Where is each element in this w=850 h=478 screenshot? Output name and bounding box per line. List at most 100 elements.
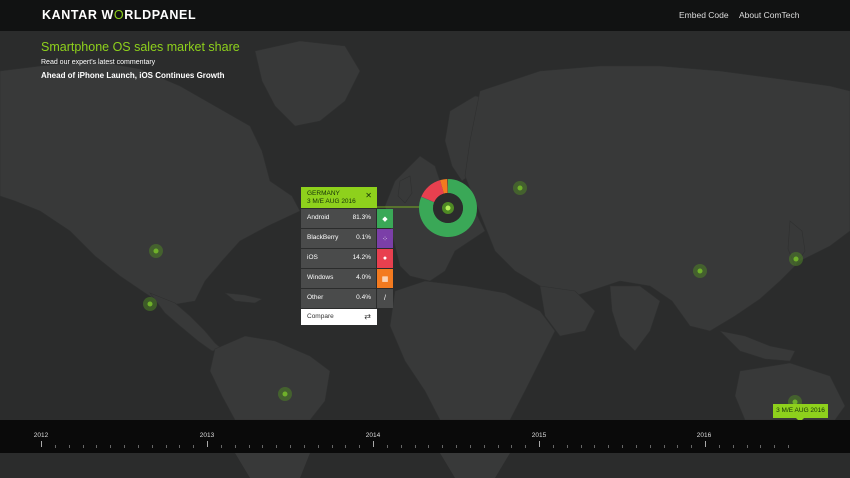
page-title: Smartphone OS sales market share bbox=[41, 40, 240, 54]
timeline-month-tick bbox=[608, 445, 610, 448]
timeline-month-tick bbox=[497, 445, 499, 448]
slash-icon[interactable]: / bbox=[377, 289, 393, 308]
timeline-month-tick bbox=[594, 445, 596, 448]
country-marker-germany-center bbox=[445, 205, 451, 211]
timeline-month-tick bbox=[566, 445, 568, 448]
windows-icon[interactable]: ▦ bbox=[377, 269, 393, 288]
os-name: BlackBerry bbox=[307, 234, 339, 241]
os-name: Other bbox=[307, 294, 324, 301]
timeline-year-tick bbox=[41, 441, 42, 447]
apple-icon[interactable]: ● bbox=[377, 249, 393, 268]
swap-icon: ⇄ bbox=[364, 312, 371, 321]
timeline-year[interactable]: 2012 bbox=[34, 432, 48, 439]
embed-code-link[interactable]: Embed Code bbox=[679, 10, 729, 20]
logo-text-accent: O bbox=[113, 8, 125, 22]
os-label-windows: Windows 4.0% bbox=[301, 269, 376, 288]
timeline-month-tick bbox=[193, 445, 195, 448]
timeline-month-tick bbox=[760, 445, 762, 448]
timeline-month-tick bbox=[774, 445, 776, 448]
asia-landmass bbox=[464, 65, 850, 332]
timeline-month-tick bbox=[262, 445, 264, 448]
timeline-month-tick bbox=[54, 445, 56, 448]
logo-text-main: KANTAR W bbox=[42, 8, 114, 22]
timeline-month-tick bbox=[276, 445, 278, 448]
os-row-windows[interactable]: Windows 4.0% ▦ bbox=[301, 269, 393, 288]
map-lower-strip bbox=[235, 453, 510, 478]
timeline-month-tick bbox=[483, 445, 485, 448]
timeline-month-tick bbox=[788, 445, 789, 448]
caribbean-islands bbox=[224, 292, 263, 304]
os-share: 14.2% bbox=[352, 254, 371, 261]
timeline-month-tick bbox=[718, 445, 720, 448]
os-label-ios: iOS 14.2% bbox=[301, 249, 376, 268]
timeline-month-tick bbox=[649, 445, 651, 448]
timeline-month-tick bbox=[82, 445, 84, 448]
timeline-month-tick bbox=[525, 445, 527, 448]
timeline-month-tick bbox=[290, 445, 291, 448]
timeline-year[interactable]: 2013 bbox=[200, 432, 214, 439]
timeline-month-tick bbox=[303, 445, 305, 448]
south-america-landmass bbox=[209, 335, 331, 420]
timeline-month-tick bbox=[635, 445, 637, 448]
timeline-month-tick bbox=[552, 445, 554, 448]
timeline-month-tick bbox=[732, 445, 734, 448]
os-row-ios[interactable]: iOS 14.2% ● bbox=[301, 249, 393, 268]
timeline-month-tick bbox=[428, 445, 430, 448]
top-bar: KANTAR WORLDPANEL Embed Code About ComTe… bbox=[0, 0, 850, 31]
popup-header: GERMANY 3 M/E AUG 2016 ✕ bbox=[301, 187, 377, 208]
timeline-year[interactable]: 2016 bbox=[697, 432, 711, 439]
commentary-intro: Read our expert's latest commentary bbox=[41, 59, 156, 66]
timeline-month-tick bbox=[165, 445, 167, 448]
timeline-month-tick bbox=[400, 445, 402, 448]
close-icon[interactable]: ✕ bbox=[365, 192, 372, 200]
about-comtech-link[interactable]: About ComTech bbox=[739, 10, 799, 20]
os-label-blackberry: BlackBerry 0.1% bbox=[301, 229, 376, 248]
os-row-other[interactable]: Other 0.4% / bbox=[301, 289, 393, 308]
se-asia-islands bbox=[719, 330, 796, 362]
timeline-month-tick bbox=[746, 445, 748, 448]
timeline-month-tick bbox=[386, 445, 388, 448]
timeline-month-tick bbox=[677, 445, 679, 448]
timeline-year[interactable]: 2015 bbox=[532, 432, 546, 439]
timeline-month-tick bbox=[179, 445, 181, 448]
os-row-android[interactable]: Android 81.3% ◆ bbox=[301, 209, 393, 228]
logo-text-rest: RLDPANEL bbox=[124, 8, 197, 22]
timeline-month-tick bbox=[331, 445, 333, 448]
timeline-month-tick bbox=[317, 445, 319, 448]
timeline-month-tick bbox=[456, 445, 457, 448]
compare-button[interactable]: Compare ⇄ bbox=[301, 309, 377, 325]
timeline-bar[interactable]: 2012 2013 2014 2015 2016 bbox=[0, 420, 850, 453]
timeline-month-tick bbox=[414, 445, 416, 448]
timeline-month-tick bbox=[442, 445, 444, 448]
os-name: Windows bbox=[307, 274, 334, 281]
world-map[interactable] bbox=[0, 31, 850, 420]
timeline-month-tick bbox=[580, 445, 582, 448]
os-share: 0.1% bbox=[356, 234, 371, 241]
timeline-month-tick bbox=[234, 445, 236, 448]
timeline-year-tick bbox=[705, 441, 706, 447]
blackberry-icon[interactable]: ⁘ bbox=[377, 229, 393, 248]
timeline-year-tick bbox=[539, 441, 540, 447]
os-name: Android bbox=[307, 214, 330, 221]
timeline-month-tick bbox=[469, 445, 471, 448]
os-share: 0.4% bbox=[356, 294, 371, 301]
timeline-year-tick bbox=[373, 441, 374, 447]
commentary-link[interactable]: Ahead of iPhone Launch, iOS Continues Gr… bbox=[41, 71, 240, 80]
timeline-year-tick bbox=[207, 441, 208, 447]
os-share: 81.3% bbox=[352, 214, 371, 221]
timeline-month-tick bbox=[137, 445, 139, 448]
android-icon[interactable]: ◆ bbox=[377, 209, 393, 228]
timeline-month-tick bbox=[96, 445, 98, 448]
timeline-month-tick bbox=[110, 445, 112, 448]
timeline-year[interactable]: 2014 bbox=[366, 432, 380, 439]
india-landmass bbox=[609, 285, 661, 352]
timeline-month-tick bbox=[663, 445, 665, 448]
timeline-month-tick bbox=[359, 445, 361, 448]
kantar-worldpanel-logo[interactable]: KANTAR WORLDPANEL bbox=[42, 8, 196, 22]
country-popup: GERMANY 3 M/E AUG 2016 ✕ Android 81.3% ◆ … bbox=[301, 187, 393, 325]
timeline-selected-badge[interactable]: 3 M/E AUG 2016 bbox=[773, 404, 828, 418]
os-share: 4.0% bbox=[356, 274, 371, 281]
timeline-month-tick bbox=[248, 445, 250, 448]
north-america-landmass bbox=[0, 60, 301, 307]
os-row-blackberry[interactable]: BlackBerry 0.1% ⁘ bbox=[301, 229, 393, 248]
